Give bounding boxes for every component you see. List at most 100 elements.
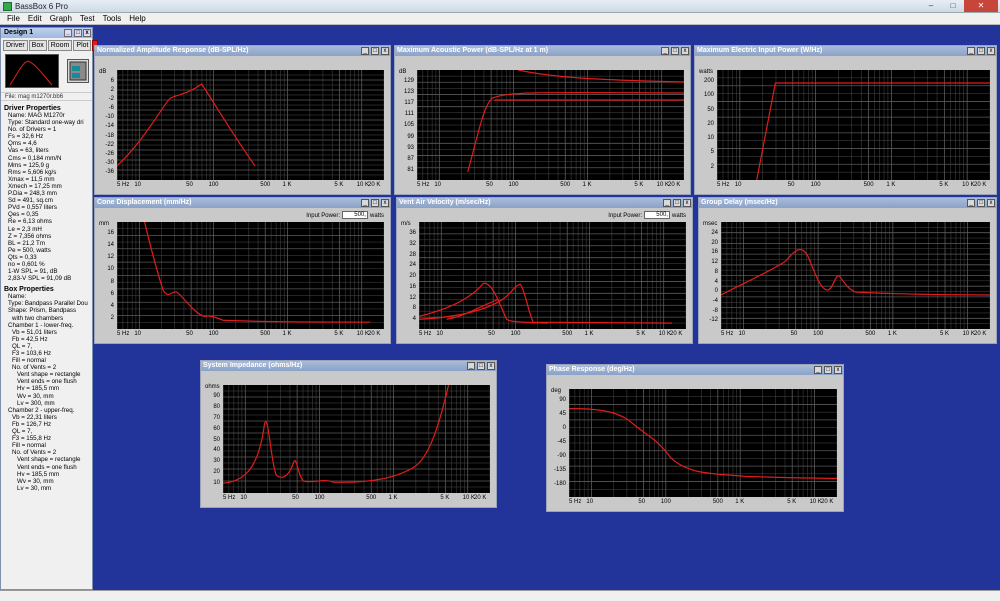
x-tick-label: 5 K (940, 331, 950, 337)
graph-titlebar[interactable]: Maximum Electric Input Power (W/Hz) _ □ x (695, 46, 996, 56)
graph-window-amplitude[interactable]: Normalized Amplitude Response (dB-SPL/Hz… (94, 45, 391, 195)
design-thumbnails (3, 53, 90, 91)
driver-property: Re = 6,13 ohms (8, 218, 52, 226)
graph-minimize-button[interactable]: _ (361, 47, 369, 55)
x-tick-label: 1 K (388, 495, 398, 501)
driver-property: Xmech = 17,25 mm (8, 182, 62, 190)
y-axis-unit: watts (699, 69, 714, 75)
x-tick-label: 20 K (368, 331, 381, 337)
graph-titlebar[interactable]: Maximum Acoustic Power (dB-SPL/Hz at 1 m… (395, 46, 690, 56)
menu-graph[interactable]: Graph (46, 13, 76, 24)
menu-file[interactable]: File (3, 13, 24, 24)
response-thumbnail[interactable] (5, 54, 59, 88)
x-tick-label: 50 (186, 182, 193, 188)
graph-close-button[interactable]: x (681, 47, 689, 55)
box-property: Vent ends = one flush (17, 463, 77, 471)
x-tick-label: 10 (734, 182, 742, 188)
input-power-field[interactable]: 500, (341, 211, 368, 219)
plot-svg (222, 385, 491, 493)
y-tick-label: 0 (562, 425, 566, 431)
graph-window-group-delay[interactable]: Group Delay (msec/Hz) _ □ x msec 24 20 16 12 8 4 0 -… (698, 197, 997, 344)
graph-minimize-button[interactable]: _ (967, 199, 975, 207)
y-tick-label: 81 (407, 166, 414, 173)
menu-edit[interactable]: Edit (24, 13, 46, 24)
graph-maximize-button[interactable]: □ (371, 47, 379, 55)
graph-maximize-button[interactable]: □ (977, 47, 985, 55)
graph-window-acoustic-power[interactable]: Maximum Acoustic Power (dB-SPL/Hz at 1 m… (394, 45, 691, 195)
y-tick-label: -26 (105, 150, 114, 157)
graph-maximize-button[interactable]: □ (824, 366, 832, 374)
plot-svg (116, 70, 385, 180)
minimize-button[interactable]: – (920, 0, 942, 12)
graph-maximize-button[interactable]: □ (371, 199, 379, 207)
box-property: Vent shape = rectangle (17, 371, 81, 379)
y-axis-unit: ohms (205, 384, 220, 390)
input-power-unit: watts (671, 212, 686, 219)
tab-room[interactable]: Room (47, 40, 73, 51)
graph-close-button[interactable]: x (987, 47, 995, 55)
y-tick-label: 6 (110, 290, 114, 297)
box-property: Wv = 30, mm (17, 477, 54, 485)
app-title: BassBox 6 Pro (15, 2, 68, 11)
x-tick-label: 500 (562, 331, 573, 337)
graph-minimize-button[interactable]: _ (661, 47, 669, 55)
menu-tools[interactable]: Tools (99, 13, 126, 24)
y-tick-label: 5 (710, 149, 714, 156)
driver-properties: Name: MAG M1270r Type: Standard one-way d… (4, 112, 89, 282)
graph-minimize-button[interactable]: _ (967, 47, 975, 55)
y-tick-label: 0 (714, 288, 718, 295)
maximize-button[interactable]: □ (942, 0, 964, 12)
graph-minimize-button[interactable]: _ (663, 199, 671, 207)
driver-property: Sd = 491, sq.cm (8, 197, 53, 205)
input-power-field[interactable]: 500, (643, 211, 670, 219)
graph-maximize-button[interactable]: □ (673, 199, 681, 207)
design-close-button[interactable]: x (83, 29, 91, 37)
graph-titlebar[interactable]: Group Delay (msec/Hz) _ □ x (699, 198, 996, 208)
x-tick-label: 5 Hz (117, 331, 130, 337)
graph-maximize-button[interactable]: □ (671, 47, 679, 55)
graph-maximize-button[interactable]: □ (477, 362, 485, 370)
graph-titlebar[interactable]: System Impedance (ohms/Hz) _ □ x (201, 361, 496, 371)
graph-titlebar[interactable]: Vent Air Velocity (m/sec/Hz) _ □ x (397, 198, 692, 208)
graph-minimize-button[interactable]: _ (814, 366, 822, 374)
y-tick-label: 24 (711, 230, 718, 236)
graph-window-cone-displacement[interactable]: Cone Displacement (mm/Hz) _ □ x Input Power:… (94, 197, 391, 344)
plot-area (222, 385, 491, 493)
driver-property: 2,83-V SPL = 91,09 dB (8, 275, 72, 283)
graph-titlebar[interactable]: Normalized Amplitude Response (dB-SPL/Hz… (95, 46, 390, 56)
graph-close-button[interactable]: x (987, 199, 995, 207)
box-property: F3 = 103,6 Hz (12, 350, 52, 357)
graph-window-phase[interactable]: Phase Response (deg/Hz) _ □ x deg 90 45 0 -45 -90… (546, 364, 844, 512)
box-property: Vb = 51,01 liters (12, 328, 57, 336)
graph-close-button[interactable]: x (381, 47, 389, 55)
graph-maximize-button[interactable]: □ (977, 199, 985, 207)
driver-property: P.Dia = 248,3 mm (8, 190, 57, 198)
box-thumbnail[interactable] (67, 59, 89, 83)
y-tick-label: 20 (409, 273, 416, 280)
x-tick-label: 5 K (939, 182, 949, 188)
graph-window-impedance[interactable]: System Impedance (ohms/Hz) _ □ x ohms 90 80 70 6… (200, 360, 497, 508)
design-restore-button[interactable]: □ (74, 29, 82, 37)
tab-driver[interactable]: Driver (3, 40, 28, 51)
graph-close-button[interactable]: x (381, 199, 389, 207)
tab-plot[interactable]: Plot (73, 40, 92, 51)
box-properties-header: Box Properties (4, 286, 54, 294)
graph-close-button[interactable]: x (834, 366, 842, 374)
design-min-button[interactable]: _ (64, 29, 72, 37)
box-property: Wv = 30, mm (17, 392, 54, 400)
plot-svg (416, 70, 685, 180)
graph-minimize-button[interactable]: _ (467, 362, 475, 370)
graph-window-vent-velocity[interactable]: Vent Air Velocity (m/sec/Hz) _ □ x Input Pow… (396, 197, 693, 344)
menu-help[interactable]: Help (125, 13, 149, 24)
file-name: File: mag m1270r.bb6 (1, 92, 92, 101)
menu-test[interactable]: Test (76, 13, 99, 24)
y-tick-label: 8 (714, 268, 718, 275)
graph-window-electric-power[interactable]: Maximum Electric Input Power (W/Hz) _ □ x wa… (694, 45, 997, 195)
graph-close-button[interactable]: x (683, 199, 691, 207)
graph-close-button[interactable]: x (487, 362, 495, 370)
graph-titlebar[interactable]: Phase Response (deg/Hz) _ □ x (547, 365, 843, 375)
close-button[interactable]: ✕ (964, 0, 998, 12)
graph-titlebar[interactable]: Cone Displacement (mm/Hz) _ □ x (95, 198, 390, 208)
graph-minimize-button[interactable]: _ (361, 199, 369, 207)
tab-box[interactable]: Box (28, 40, 47, 51)
